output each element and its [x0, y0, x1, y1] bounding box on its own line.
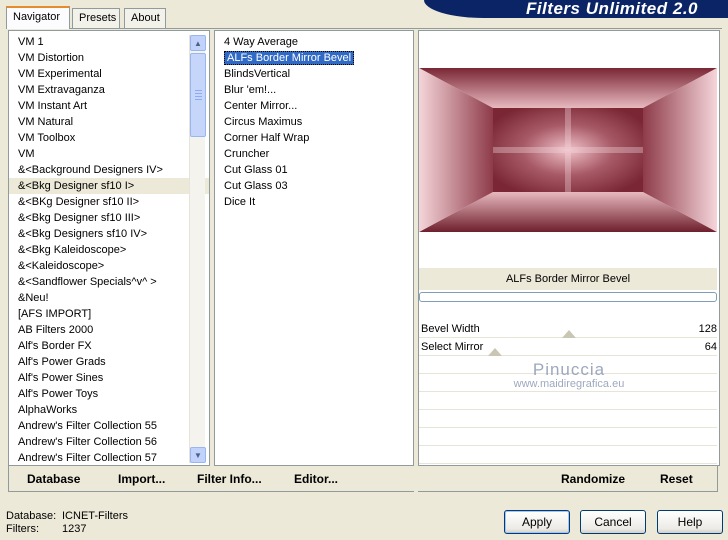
category-item[interactable]: Andrew's Filter Collection 55 [9, 418, 209, 434]
category-item[interactable]: [AFS IMPORT] [9, 306, 209, 322]
slider-marker-icon[interactable] [562, 330, 576, 338]
category-item[interactable]: VM Experimental [9, 66, 209, 82]
param-slider[interactable] [488, 338, 643, 356]
database-button[interactable]: Database [27, 472, 80, 486]
help-button[interactable]: Help [657, 510, 723, 534]
scroll-down-icon[interactable]: ▼ [190, 447, 206, 463]
selected-filter-name: ALFs Border Mirror Bevel [419, 268, 717, 290]
tab-strip-divider [6, 28, 722, 29]
category-item[interactable]: VM Extravaganza [9, 82, 209, 98]
tab-about[interactable]: About [124, 8, 166, 28]
tab-label: Presets [79, 12, 117, 24]
category-item[interactable]: &<Bkg Kaleidoscope> [9, 242, 209, 258]
status-database-label: Database: [6, 510, 57, 522]
category-item[interactable]: Andrew's Filter Collection 57 [9, 450, 209, 466]
tab-navigator[interactable]: Navigator [6, 6, 70, 29]
status-database-value: ICNET-Filters [62, 510, 128, 522]
import-button[interactable]: Import... [118, 472, 165, 486]
param-value: 128 [698, 323, 717, 335]
param-row: Select Mirror 64 [419, 338, 717, 356]
filter-preview-image [419, 68, 717, 232]
filter-item[interactable]: BlindsVertical [215, 66, 413, 82]
filter-item[interactable]: ALFs Border Mirror Bevel [215, 50, 413, 66]
category-item[interactable]: Andrew's Filter Collection 56 [9, 434, 209, 450]
randomize-button[interactable]: Randomize [561, 472, 625, 486]
category-item[interactable]: Alf's Power Sines [9, 370, 209, 386]
scroll-thumb[interactable] [190, 53, 206, 137]
filter-item[interactable]: Circus Maximus [215, 114, 413, 130]
category-item[interactable]: &<BKg Designer sf10 II> [9, 194, 209, 210]
category-item[interactable]: &<Sandflower Specials^v^ > [9, 274, 209, 290]
filter-item[interactable]: Corner Half Wrap [215, 130, 413, 146]
list-action-bar: Database Import... Filter Info... Editor… [8, 466, 718, 492]
tab-label: Navigator [13, 11, 61, 23]
tab-presets[interactable]: Presets [72, 8, 120, 28]
empty-param-row [419, 428, 717, 446]
category-list-panel: VM 1 VM Distortion VM Experimental VM Extra… [8, 30, 210, 466]
parameter-list: Bevel Width 128 Select Mirror 64 [419, 320, 717, 466]
status-filters: Filters: 1237 [6, 523, 86, 535]
bar-divider [414, 466, 418, 492]
category-item[interactable]: Alf's Power Grads [9, 354, 209, 370]
category-item[interactable]: &Neu! [9, 290, 209, 306]
category-item[interactable]: AlphaWorks [9, 402, 209, 418]
brand-title: Filters Unlimited 2.0 [525, 0, 698, 18]
category-item[interactable]: &<Bkg Designer sf10 I> [9, 178, 209, 194]
param-value: 64 [704, 341, 717, 353]
category-item[interactable]: &<Background Designers IV> [9, 162, 209, 178]
category-item[interactable]: VM [9, 146, 209, 162]
param-label: Select Mirror [421, 341, 484, 353]
filter-item[interactable]: Dice It [215, 194, 413, 210]
category-scrollbar[interactable]: ▲ ▼ [189, 35, 206, 463]
scroll-up-icon[interactable]: ▲ [190, 35, 206, 51]
filter-info-button[interactable]: Filter Info... [197, 472, 262, 486]
filter-item[interactable]: Center Mirror... [215, 98, 413, 114]
status-filters-label: Filters: [6, 523, 39, 535]
filter-item[interactable]: Blur 'em!... [215, 82, 413, 98]
param-slider[interactable] [495, 320, 643, 338]
param-label: Bevel Width [421, 323, 480, 335]
status-filters-value: 1237 [62, 523, 87, 535]
filter-item[interactable]: Cut Glass 01 [215, 162, 413, 178]
category-item[interactable]: VM Toolbox [9, 130, 209, 146]
filter-item-label: ALFs Border Mirror Bevel [224, 51, 355, 65]
category-item[interactable]: AB Filters 2000 [9, 322, 209, 338]
empty-param-row [419, 410, 717, 428]
filter-list[interactable]: 4 Way Average ALFs Border Mirror Bevel Bli… [215, 31, 413, 210]
slider-marker-icon[interactable] [488, 348, 502, 356]
editor-button[interactable]: Editor... [294, 472, 338, 486]
category-item[interactable]: &<Kaleidoscope> [9, 258, 209, 274]
empty-param-row [419, 392, 717, 410]
filter-item[interactable]: 4 Way Average [215, 34, 413, 50]
category-item[interactable]: VM Natural [9, 114, 209, 130]
filter-item[interactable]: Cruncher [215, 146, 413, 162]
brand-banner: Filters Unlimited 2.0 [424, 0, 728, 18]
filter-item[interactable]: Cut Glass 03 [215, 178, 413, 194]
cancel-button[interactable]: Cancel [580, 510, 646, 534]
category-item[interactable]: VM 1 [9, 34, 209, 50]
reset-button[interactable]: Reset [660, 472, 693, 486]
empty-param-row [419, 356, 717, 374]
apply-button[interactable]: Apply [504, 510, 570, 534]
progress-bar [419, 292, 717, 302]
category-item[interactable]: VM Distortion [9, 50, 209, 66]
category-item[interactable]: &<Bkg Designer sf10 III> [9, 210, 209, 226]
category-item[interactable]: Alf's Power Toys [9, 386, 209, 402]
empty-param-row [419, 374, 717, 392]
param-row: Bevel Width 128 [419, 320, 717, 338]
status-database: Database: ICNET-Filters [6, 510, 128, 522]
filter-list-panel: 4 Way Average ALFs Border Mirror Bevel Bli… [214, 30, 414, 466]
category-list[interactable]: VM 1 VM Distortion VM Experimental VM Extra… [9, 31, 209, 466]
tab-label: About [131, 12, 160, 24]
category-item[interactable]: &<Bkg Designers sf10 IV> [9, 226, 209, 242]
empty-param-row [419, 446, 717, 464]
category-item[interactable]: VM Instant Art [9, 98, 209, 114]
category-item[interactable]: Alf's Border FX [9, 338, 209, 354]
